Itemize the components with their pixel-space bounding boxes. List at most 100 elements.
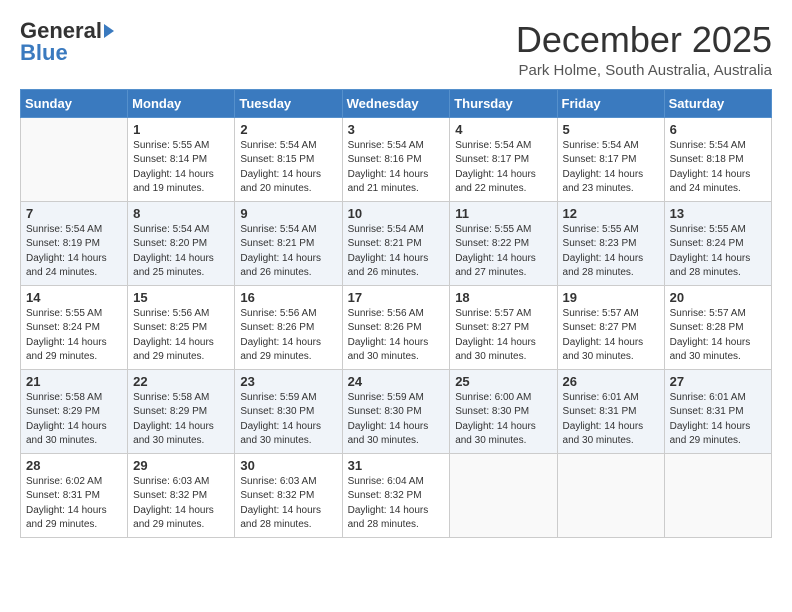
day-number: 9 — [240, 206, 336, 221]
weekday-header-row: SundayMondayTuesdayWednesdayThursdayFrid… — [21, 89, 772, 117]
calendar-cell: 2Sunrise: 5:54 AM Sunset: 8:15 PM Daylig… — [235, 117, 342, 201]
day-info: Sunrise: 6:01 AM Sunset: 8:31 PM Dayligh… — [670, 391, 766, 449]
calendar-cell: 10Sunrise: 5:54 AM Sunset: 8:21 PM Dayli… — [342, 201, 450, 285]
calendar-cell: 22Sunrise: 5:58 AM Sunset: 8:29 PM Dayli… — [128, 369, 235, 453]
day-info: Sunrise: 5:55 AM Sunset: 8:24 PM Dayligh… — [26, 307, 122, 365]
calendar-cell: 19Sunrise: 5:57 AM Sunset: 8:27 PM Dayli… — [557, 285, 664, 369]
calendar-cell: 25 Sunrise: 6:00 AM Sunset: 8:30 PM Dayli… — [450, 369, 557, 453]
day-number: 6 — [670, 122, 766, 137]
day-info: Sunrise: 5:55 AM Sunset: 8:24 PM Dayligh… — [670, 223, 766, 281]
day-number: 10 — [348, 206, 445, 221]
calendar-cell: 30Sunrise: 6:03 AM Sunset: 8:32 PM Dayli… — [235, 453, 342, 537]
calendar-cell — [21, 117, 128, 201]
calendar-cell: 3 Sunrise: 5:54 AM Sunset: 8:16 PM Daylig… — [342, 117, 450, 201]
weekday-header-saturday: Saturday — [664, 89, 771, 117]
day-number: 28 — [26, 458, 122, 473]
calendar-week-row: 28 Sunrise: 6:02 AM Sunset: 8:31 PM Dayli… — [21, 453, 772, 537]
day-number: 3 — [348, 122, 445, 137]
day-number: 23 — [240, 374, 336, 389]
calendar-cell: 14Sunrise: 5:55 AM Sunset: 8:24 PM Dayli… — [21, 285, 128, 369]
day-number: 26 — [563, 374, 659, 389]
day-number: 25 — [455, 374, 551, 389]
day-info: Sunrise: 5:55 AM Sunset: 8:23 PM Dayligh… — [563, 223, 659, 281]
day-info: Sunrise: 5:57 AM Sunset: 8:27 PM Dayligh… — [563, 307, 659, 365]
day-number: 29 — [133, 458, 229, 473]
calendar-cell — [450, 453, 557, 537]
calendar-cell: 1 Sunrise: 5:55 AM Sunset: 8:14 PM Daylig… — [128, 117, 235, 201]
day-number: 5 — [563, 122, 659, 137]
calendar-cell: 8 Sunrise: 5:54 AM Sunset: 8:20 PM Daylig… — [128, 201, 235, 285]
calendar-week-row: 1 Sunrise: 5:55 AM Sunset: 8:14 PM Daylig… — [21, 117, 772, 201]
calendar-cell: 28 Sunrise: 6:02 AM Sunset: 8:31 PM Dayli… — [21, 453, 128, 537]
calendar-week-row: 21 Sunrise: 5:58 AM Sunset: 8:29 PM Dayli… — [21, 369, 772, 453]
calendar-cell: 12Sunrise: 5:55 AM Sunset: 8:23 PM Dayli… — [557, 201, 664, 285]
month-title: December 2025 — [516, 20, 772, 60]
calendar-week-row: 14Sunrise: 5:55 AM Sunset: 8:24 PM Dayli… — [21, 285, 772, 369]
day-info: Sunrise: 6:04 AM Sunset: 8:32 PM Dayligh… — [348, 475, 445, 533]
day-info: Sunrise: 6:03 AM Sunset: 8:32 PM Dayligh… — [133, 475, 229, 533]
calendar-cell: 7 Sunrise: 5:54 AM Sunset: 8:19 PM Daylig… — [21, 201, 128, 285]
day-number: 18 — [455, 290, 551, 305]
calendar-cell: 16Sunrise: 5:56 AM Sunset: 8:26 PM Dayli… — [235, 285, 342, 369]
weekday-header-thursday: Thursday — [450, 89, 557, 117]
logo-blue: Blue — [20, 42, 68, 64]
day-number: 21 — [26, 374, 122, 389]
day-number: 4 — [455, 122, 551, 137]
calendar-cell: 4 Sunrise: 5:54 AM Sunset: 8:17 PM Daylig… — [450, 117, 557, 201]
weekday-header-sunday: Sunday — [21, 89, 128, 117]
calendar-cell: 29 Sunrise: 6:03 AM Sunset: 8:32 PM Dayli… — [128, 453, 235, 537]
calendar-cell — [557, 453, 664, 537]
page-header: General Blue December 2025 Park Holme, S… — [20, 20, 772, 79]
day-info: Sunrise: 5:54 AM Sunset: 8:20 PM Dayligh… — [133, 223, 229, 281]
day-number: 22 — [133, 374, 229, 389]
day-number: 15 — [133, 290, 229, 305]
day-number: 8 — [133, 206, 229, 221]
calendar-cell: 18 Sunrise: 5:57 AM Sunset: 8:27 PM Dayli… — [450, 285, 557, 369]
day-info: Sunrise: 5:56 AM Sunset: 8:26 PM Dayligh… — [240, 307, 336, 365]
location-title: Park Holme, South Australia, Australia — [516, 62, 772, 79]
day-info: Sunrise: 6:00 AM Sunset: 8:30 PM Dayligh… — [455, 391, 551, 449]
day-info: Sunrise: 5:55 AM Sunset: 8:14 PM Dayligh… — [133, 139, 229, 197]
day-info: Sunrise: 5:54 AM Sunset: 8:18 PM Dayligh… — [670, 139, 766, 197]
calendar-cell: 26 Sunrise: 6:01 AM Sunset: 8:31 PM Dayli… — [557, 369, 664, 453]
day-number: 2 — [240, 122, 336, 137]
day-number: 7 — [26, 206, 122, 221]
day-info: Sunrise: 5:56 AM Sunset: 8:25 PM Dayligh… — [133, 307, 229, 365]
calendar-cell: 17Sunrise: 5:56 AM Sunset: 8:26 PM Dayli… — [342, 285, 450, 369]
day-info: Sunrise: 6:02 AM Sunset: 8:31 PM Dayligh… — [26, 475, 122, 533]
calendar-cell: 31 Sunrise: 6:04 AM Sunset: 8:32 PM Dayli… — [342, 453, 450, 537]
calendar-cell: 24Sunrise: 5:59 AM Sunset: 8:30 PM Dayli… — [342, 369, 450, 453]
calendar-cell: 23 Sunrise: 5:59 AM Sunset: 8:30 PM Dayli… — [235, 369, 342, 453]
day-info: Sunrise: 5:54 AM Sunset: 8:16 PM Dayligh… — [348, 139, 445, 197]
day-number: 1 — [133, 122, 229, 137]
calendar-cell — [664, 453, 771, 537]
weekday-header-friday: Friday — [557, 89, 664, 117]
day-number: 27 — [670, 374, 766, 389]
day-info: Sunrise: 5:59 AM Sunset: 8:30 PM Dayligh… — [348, 391, 445, 449]
calendar-cell: 15 Sunrise: 5:56 AM Sunset: 8:25 PM Dayli… — [128, 285, 235, 369]
logo: General Blue — [20, 20, 114, 64]
day-info: Sunrise: 5:59 AM Sunset: 8:30 PM Dayligh… — [240, 391, 336, 449]
weekday-header-tuesday: Tuesday — [235, 89, 342, 117]
calendar-cell: 6 Sunrise: 5:54 AM Sunset: 8:18 PM Daylig… — [664, 117, 771, 201]
title-block: December 2025 Park Holme, South Australi… — [516, 20, 772, 79]
weekday-header-wednesday: Wednesday — [342, 89, 450, 117]
day-info: Sunrise: 5:54 AM Sunset: 8:21 PM Dayligh… — [240, 223, 336, 281]
day-info: Sunrise: 5:58 AM Sunset: 8:29 PM Dayligh… — [26, 391, 122, 449]
day-number: 20 — [670, 290, 766, 305]
day-info: Sunrise: 5:56 AM Sunset: 8:26 PM Dayligh… — [348, 307, 445, 365]
calendar-cell: 9 Sunrise: 5:54 AM Sunset: 8:21 PM Daylig… — [235, 201, 342, 285]
day-info: Sunrise: 5:57 AM Sunset: 8:27 PM Dayligh… — [455, 307, 551, 365]
day-info: Sunrise: 6:01 AM Sunset: 8:31 PM Dayligh… — [563, 391, 659, 449]
weekday-header-monday: Monday — [128, 89, 235, 117]
day-info: Sunrise: 5:57 AM Sunset: 8:28 PM Dayligh… — [670, 307, 766, 365]
day-number: 31 — [348, 458, 445, 473]
day-number: 30 — [240, 458, 336, 473]
calendar-cell: 27 Sunrise: 6:01 AM Sunset: 8:31 PM Dayli… — [664, 369, 771, 453]
day-info: Sunrise: 5:54 AM Sunset: 8:17 PM Dayligh… — [455, 139, 551, 197]
day-number: 11 — [455, 206, 551, 221]
day-number: 13 — [670, 206, 766, 221]
calendar-cell: 5Sunrise: 5:54 AM Sunset: 8:17 PM Daylig… — [557, 117, 664, 201]
day-info: Sunrise: 5:54 AM Sunset: 8:19 PM Dayligh… — [26, 223, 122, 281]
calendar-cell: 13 Sunrise: 5:55 AM Sunset: 8:24 PM Dayli… — [664, 201, 771, 285]
